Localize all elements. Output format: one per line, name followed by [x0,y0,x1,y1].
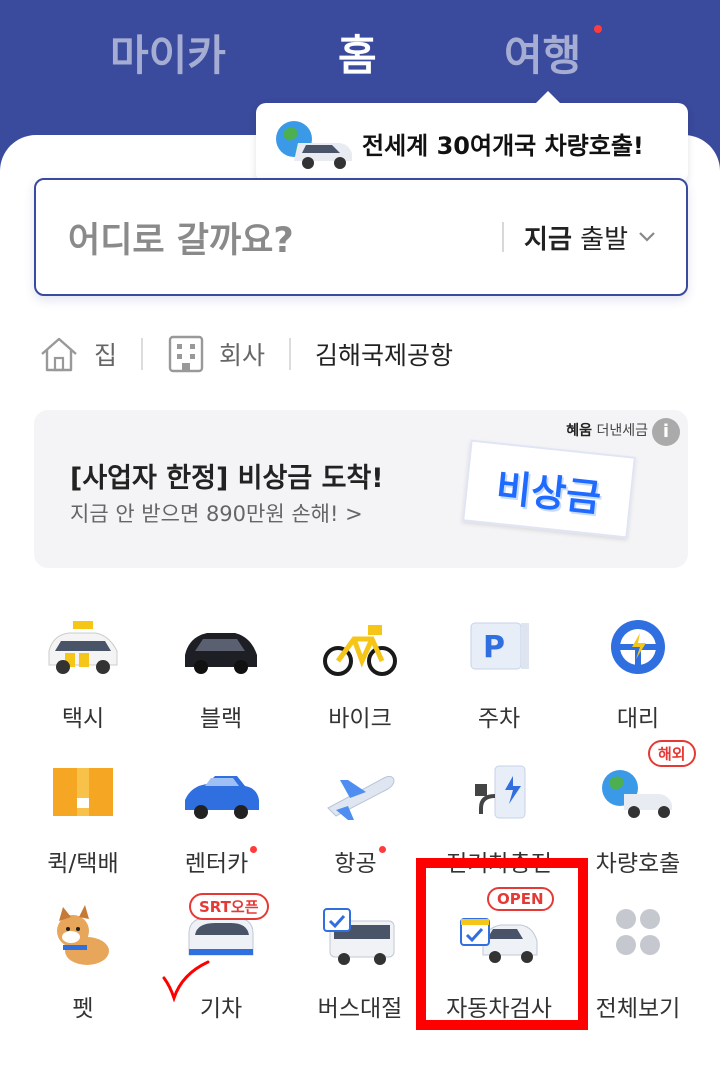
departure-label: 출발 [580,224,628,255]
tab-mycar[interactable]: 마이카 [110,22,226,83]
airplane-icon [327,775,395,820]
all-view-icon [616,909,660,955]
chevron-down-icon [639,232,655,242]
ev-charger-icon [475,765,526,819]
shortcut-recent[interactable]: 김해국제공항 [315,336,453,372]
home-icon [41,337,77,372]
service-parking[interactable]: P 주차 [427,615,571,745]
service-label-text: 렌터카 [184,851,249,877]
shortcut-home[interactable]: 집 [38,334,117,374]
destination-search[interactable]: 어디로 갈까요? 지금 출발 [34,178,688,296]
service-label: 버스대절 [317,996,403,1022]
parking-icon: P [470,622,529,670]
tab-travel[interactable]: 여행 [504,22,581,83]
service-quick[interactable]: 퀵/택배 [11,760,155,890]
check-annotation-icon [162,960,210,1002]
service-label: 펫 [72,996,94,1022]
search-divider [502,222,505,252]
tab-travel-new-dot [594,25,602,33]
service-label: 퀵/택배 [47,851,119,877]
service-label: 주차 [477,706,521,732]
shortcut-recent-label: 김해국제공항 [315,341,454,370]
departure-now: 지금 [524,224,572,255]
rental-car-icon [185,776,259,819]
banner-subtitle: 지금 안 받으면 890만원 손해! > [70,502,363,526]
sticker-text: 비상금 [494,465,604,520]
highlight-annotation [416,858,588,1030]
departure-time-select[interactable]: 지금 출발 [524,219,656,256]
ad-banner[interactable]: [사업자 한정] 비상금 도착! 지금 안 받으면 890만원 손해! > 혜움… [34,410,688,568]
service-bike[interactable]: 바이크 [288,615,432,745]
building-icon [168,335,204,373]
new-dot [250,846,258,853]
svg-text:P: P [483,630,505,665]
bike-icon [323,625,397,676]
srt-open-badge: SRT오픈 [189,893,269,920]
service-label: 렌터카 [149,844,293,878]
service-bus-charter[interactable]: 버스대절 [288,905,432,1035]
service-label: 블랙 [199,706,243,732]
place-shortcuts: 집 회사 김해국제공항 [38,332,453,376]
service-pet[interactable]: 펫 [11,905,155,1035]
service-label-text: 항공 [334,851,377,877]
steering-wheel-icon [611,620,665,674]
taxi-icon [48,621,118,674]
shortcut-work-label: 회사 [219,341,266,370]
service-black[interactable]: 블랙 [149,615,293,745]
banner-title: [사업자 한정] 비상금 도착! [70,463,384,494]
banner-sticker: 비상금 [462,439,636,539]
box-icon [53,768,113,816]
dog-icon [57,905,109,965]
travel-tooltip[interactable]: 전세계 30여개국 차량호출! [256,91,688,183]
service-label: 대리 [616,706,660,732]
ad-text: 더낸세금 [596,423,648,439]
service-taxi[interactable]: 택시 [11,615,155,745]
ad-brand: 혜움 [566,423,593,439]
search-placeholder: 어디로 갈까요? [68,220,294,261]
shortcut-home-label: 집 [94,341,118,370]
service-label: 택시 [61,706,105,732]
ad-label: 혜움 더낸세금 [566,420,648,440]
globe-car-icon [276,121,352,169]
bus-icon [323,908,395,965]
shortcut-work[interactable]: 회사 [167,334,265,374]
tab-home[interactable]: 홈 [338,22,377,83]
overseas-badge: 해외 [648,740,696,767]
globe-car-icon [602,770,672,818]
service-driver[interactable]: 대리 [566,615,710,745]
service-rental[interactable]: 렌터카 [149,760,293,890]
info-icon[interactable]: i [652,418,680,446]
service-label: 바이크 [328,706,392,732]
service-label: 항공 [288,844,432,878]
black-car-icon [185,633,257,674]
shortcut-divider [141,338,144,370]
service-flight[interactable]: 항공 [288,760,432,890]
new-dot [378,846,386,853]
shortcut-divider [289,338,292,370]
tooltip-text: 전세계 30여개국 차량호출! [362,131,644,160]
